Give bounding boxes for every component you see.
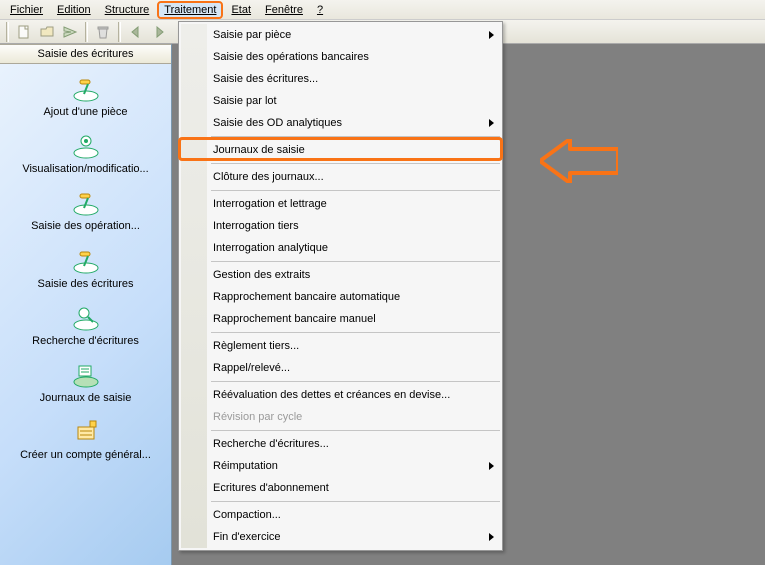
sidebar-item-label: Journaux de saisie [40,392,132,405]
dropdown-item-fin-d-exercice[interactable]: Fin d'exercice [181,526,500,548]
dropdown-item-label: Saisie des opérations bancaires [213,51,369,63]
toolbar-grip [6,22,9,42]
dropdown-item-label: Réévaluation des dettes et créances en d… [213,389,450,401]
submenu-arrow-icon [489,533,494,541]
menu-fichier[interactable]: Fichier [4,2,49,18]
sidebar-item-recherche[interactable]: Recherche d'écritures [0,297,171,354]
new-icon[interactable] [14,22,34,42]
dropdown-item-r-valuation-des-dettes-et-cr-ances-en-devise[interactable]: Réévaluation des dettes et créances en d… [181,384,500,406]
delete-icon[interactable] [93,22,113,42]
dropdown-item-label: Saisie par pièce [213,29,291,41]
send-icon[interactable] [60,22,80,42]
menu-etat[interactable]: Etat [225,2,257,18]
entries-icon [68,246,104,276]
dropdown-item-gestion-des-extraits[interactable]: Gestion des extraits [181,264,500,286]
dropdown-item-label: Règlement tiers... [213,340,299,352]
dropdown-item-r-imputation[interactable]: Réimputation [181,455,500,477]
account-icon [68,417,104,447]
dropdown-item-interrogation-et-lettrage[interactable]: Interrogation et lettrage [181,193,500,215]
dropdown-item-label: Saisie par lot [213,95,277,107]
dropdown-item-ecritures-d-abonnement[interactable]: Ecritures d'abonnement [181,477,500,499]
prev-icon[interactable] [126,22,146,42]
dropdown-item-label: Rapprochement bancaire manuel [213,313,376,325]
dropdown-item-label: Fin d'exercice [213,531,281,543]
sidebar-items: Ajout d'une pièce Visualisation/modifica… [0,64,171,565]
sidebar-item-label: Visualisation/modificatio... [22,163,148,176]
dropdown-item-label: Compaction... [213,509,281,521]
dropdown-item-saisie-des-od-analytiques[interactable]: Saisie des OD analytiques [181,112,500,134]
view-modify-icon [68,131,104,161]
sidebar: Saisie des écritures Ajout d'une pièce V… [0,44,172,565]
dropdown-item-cl-ture-des-journaux[interactable]: Clôture des journaux... [181,166,500,188]
next-icon[interactable] [149,22,169,42]
sidebar-item-label: Saisie des écritures [38,278,134,291]
sidebar-item-label: Créer un compte général... [20,449,151,462]
dropdown-item-recherche-d-critures[interactable]: Recherche d'écritures... [181,433,500,455]
dropdown-item-label: Ecritures d'abonnement [213,482,329,494]
menu-help[interactable]: ? [311,2,329,18]
toolbar-sep-2 [118,22,121,42]
dropdown-item-rapprochement-bancaire-automatique[interactable]: Rapprochement bancaire automatique [181,286,500,308]
traitement-dropdown: Saisie par pièce Saisie des opérations ba… [178,21,503,551]
sidebar-item-label: Recherche d'écritures [32,335,139,348]
menu-structure[interactable]: Structure [99,2,156,18]
dropdown-item-label: Interrogation analytique [213,242,328,254]
dropdown-item-label: Saisie des écritures... [213,73,318,85]
sidebar-item-ecritures[interactable]: Saisie des écritures [0,240,171,297]
sidebar-item-label: Ajout d'une pièce [43,106,127,119]
dropdown-item-rapprochement-bancaire-manuel[interactable]: Rapprochement bancaire manuel [181,308,500,330]
dropdown-item-r-glement-tiers[interactable]: Règlement tiers... [181,335,500,357]
menu-traitement[interactable]: Traitement [157,1,223,19]
search-icon [68,303,104,333]
open-icon[interactable] [37,22,57,42]
submenu-arrow-icon [489,31,494,39]
menubar: Fichier Edition Structure Traitement Eta… [0,0,765,20]
dropdown-item-label: Rapprochement bancaire automatique [213,291,400,303]
dropdown-item-label: Journaux de saisie [213,144,305,156]
ops-icon [68,188,104,218]
dropdown-item-label: Rappel/relevé... [213,362,290,374]
dropdown-item-saisie-des-op-rations-bancaires[interactable]: Saisie des opérations bancaires [181,46,500,68]
sidebar-item-ajout-piece[interactable]: Ajout d'une pièce [0,68,171,125]
dropdown-item-compaction[interactable]: Compaction... [181,504,500,526]
dropdown-item-interrogation-tiers[interactable]: Interrogation tiers [181,215,500,237]
journal-icon [68,360,104,390]
dropdown-item-label: Recherche d'écritures... [213,438,329,450]
menu-edition[interactable]: Edition [51,2,97,18]
sidebar-header: Saisie des écritures [0,44,171,64]
dropdown-item-label: Réimputation [213,460,278,472]
menu-fenetre[interactable]: Fenêtre [259,2,309,18]
dropdown-item-saisie-des-critures[interactable]: Saisie des écritures... [181,68,500,90]
dropdown-item-saisie-par-pi-ce[interactable]: Saisie par pièce [181,24,500,46]
dropdown-item-r-vision-par-cycle: Révision par cycle [181,406,500,428]
dropdown-item-saisie-par-lot[interactable]: Saisie par lot [181,90,500,112]
dropdown-item-label: Gestion des extraits [213,269,310,281]
toolbar-sep-1 [85,22,88,42]
sidebar-item-journaux[interactable]: Journaux de saisie [0,354,171,411]
dropdown-item-label: Clôture des journaux... [213,171,324,183]
sidebar-item-operations[interactable]: Saisie des opération... [0,182,171,239]
add-piece-icon [68,74,104,104]
dropdown-item-journaux-de-saisie[interactable]: Journaux de saisie [181,139,500,161]
dropdown-item-interrogation-analytique[interactable]: Interrogation analytique [181,237,500,259]
sidebar-item-compte[interactable]: Créer un compte général... [0,411,171,468]
dropdown-item-label: Interrogation et lettrage [213,198,327,210]
sidebar-item-label: Saisie des opération... [31,220,140,233]
dropdown-item-label: Interrogation tiers [213,220,299,232]
dropdown-item-label: Saisie des OD analytiques [213,117,342,129]
dropdown-item-rappel-relev[interactable]: Rappel/relevé... [181,357,500,379]
sidebar-item-visualisation[interactable]: Visualisation/modificatio... [0,125,171,182]
submenu-arrow-icon [489,462,494,470]
submenu-arrow-icon [489,119,494,127]
dropdown-item-label: Révision par cycle [213,411,302,423]
